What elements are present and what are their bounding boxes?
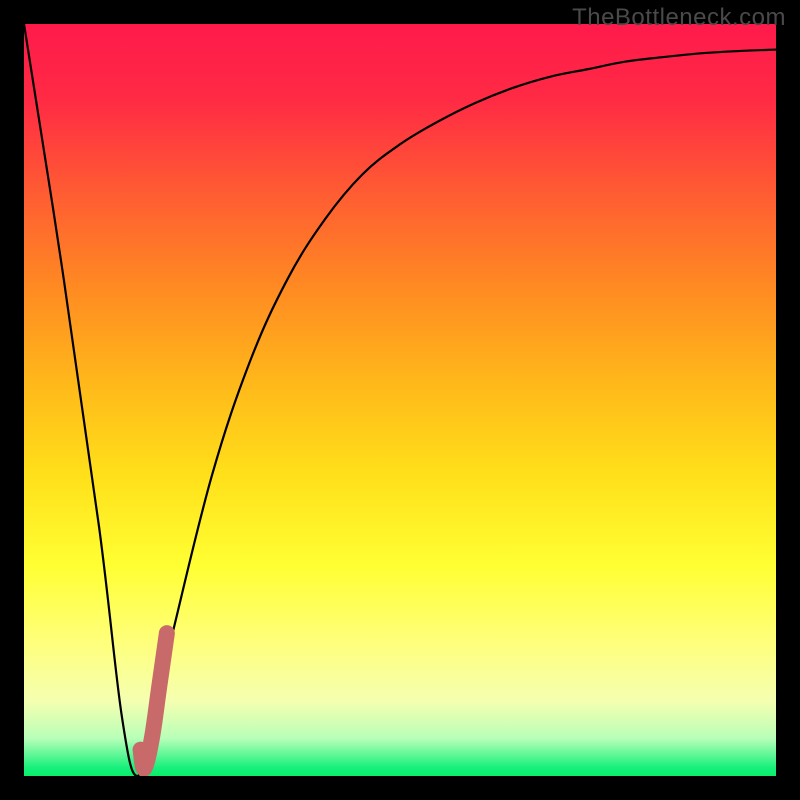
watermark-text: TheBottleneck.com bbox=[572, 4, 786, 32]
target-marker bbox=[24, 24, 776, 776]
chart-frame: TheBottleneck.com bbox=[0, 0, 800, 800]
